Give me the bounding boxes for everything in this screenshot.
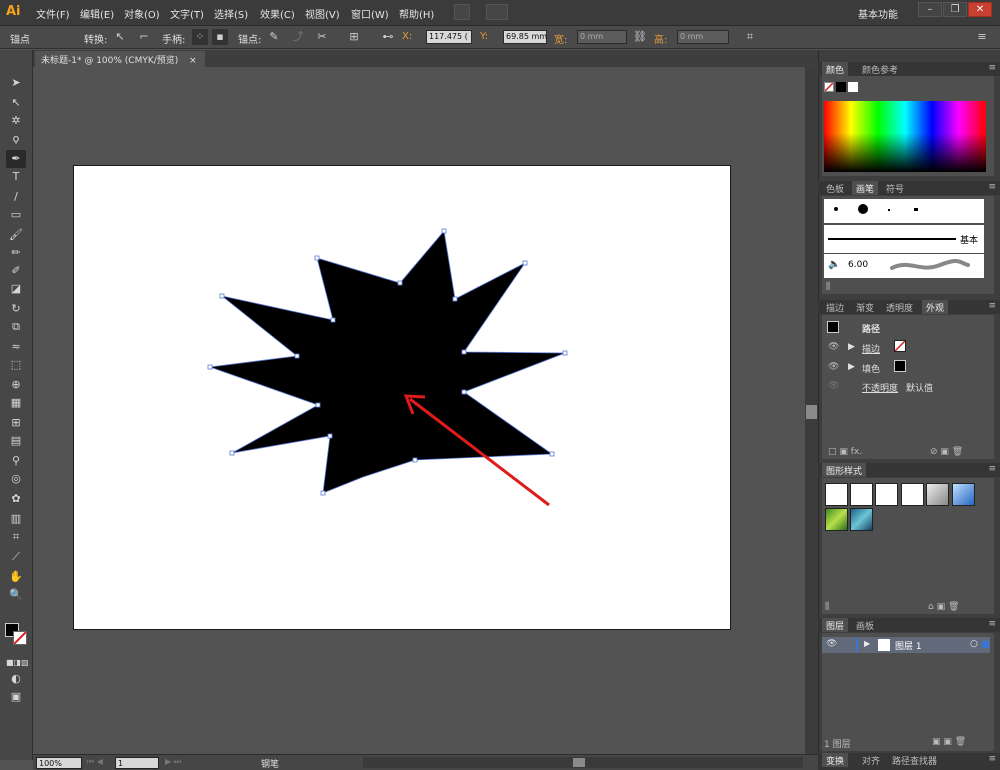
brushes-panel: 基本 🔈 6.00 ⫼ [822, 196, 994, 294]
tab-graphic-styles[interactable]: 图形样式 [822, 463, 867, 477]
brush-basic-row[interactable]: 基本 [824, 225, 984, 253]
layer-name[interactable]: 图层 1 [895, 639, 922, 652]
tab-pathfinder[interactable]: 路径查找器 [888, 753, 941, 767]
none-slash-icon [894, 340, 906, 352]
color-panel [822, 76, 994, 176]
brush-library-icon[interactable]: ⫼ [826, 282, 830, 292]
vertical-scroll-thumb[interactable] [806, 405, 817, 419]
style-default[interactable] [825, 483, 848, 506]
white-swatch[interactable] [848, 82, 858, 92]
graphic-styles-panel: ⫼ ⌂ ▣ 🗑 [822, 478, 994, 614]
zoom-field[interactable]: 100% [36, 757, 82, 769]
style-gray-gradient[interactable] [926, 483, 949, 506]
style-white[interactable] [875, 483, 898, 506]
visibility-eye-icon[interactable]: 👁 [828, 381, 839, 391]
style-green-texture[interactable] [825, 508, 848, 531]
appearance-title: 路径 [862, 325, 881, 335]
black-swatch[interactable] [836, 82, 846, 92]
opacity-attr-label[interactable]: 不透明度 [862, 381, 898, 394]
layers-footer-icons[interactable]: ▣ ▣ 🗑 [932, 737, 966, 747]
layer-expand-icon[interactable]: ▶ [864, 639, 870, 648]
appearance-panel: 路径 👁 ▶ 描边 👁 ▶ 填色 👁 不透明度 默认值 □ ▣ fx. ⊘ ▣ … [822, 315, 994, 459]
layer-visibility-icon[interactable]: 👁 [826, 639, 837, 649]
style-blue-gradient[interactable] [952, 483, 975, 506]
brush-dot-tiny[interactable] [888, 209, 890, 211]
vertical-scrollbar[interactable] [805, 67, 818, 754]
panel-menu-icon[interactable]: ≡ [988, 301, 996, 311]
style-outline[interactable] [901, 483, 924, 506]
color-panel-tabs: 颜色 颜色参考 ≡ [818, 62, 1000, 76]
appearance-panel-tabs: 描边 渐变 透明度 外观 ≡ [818, 300, 1000, 314]
status-bar: 100% ⏮ ◀ 1 ▶ ⏭ 钢笔 [33, 754, 818, 770]
brush-size-label: 6.00 [848, 260, 869, 270]
layer-color-bar [856, 638, 858, 652]
brush-stroke-preview [890, 259, 970, 270]
panel-menu-icon[interactable]: ≡ [988, 754, 996, 764]
opacity-value: 默认值 [906, 384, 934, 394]
tab-artboards[interactable]: 画板 [852, 618, 878, 632]
expand-arrow-icon[interactable]: ▶ [848, 342, 855, 352]
tab-transparency[interactable]: 透明度 [882, 300, 917, 314]
tab-appearance[interactable]: 外观 [922, 300, 949, 314]
color-spectrum[interactable] [824, 101, 986, 172]
tab-gradient[interactable]: 渐变 [852, 300, 878, 314]
current-tool-label: 钢笔 [261, 760, 280, 770]
tab-swatches[interactable]: 色板 [822, 181, 848, 195]
horizontal-scrollbar[interactable] [363, 757, 803, 768]
none-swatch[interactable] [824, 82, 834, 92]
style-library-icon[interactable]: ⫼ [825, 602, 829, 612]
tab-color-guide[interactable]: 颜色参考 [858, 62, 902, 76]
artboard-nav-prev-icon[interactable]: ⏮ ◀ [87, 757, 103, 767]
appearance-footer-right-icons[interactable]: ⊘ ▣ 🗑 [930, 447, 963, 457]
visibility-eye-icon[interactable]: 👁 [828, 342, 839, 352]
star-shape[interactable] [209, 230, 566, 494]
layers-panel-tabs: 图层 画板 ≡ [818, 618, 1000, 632]
layers-count-label: 1 图层 [824, 740, 851, 750]
layer-selection-indicator[interactable] [982, 641, 989, 648]
brush-calligraphic-row[interactable]: 🔈 6.00 [824, 254, 984, 278]
stroke-attr-label[interactable]: 描边 [862, 342, 880, 355]
style-no-stroke[interactable] [850, 483, 873, 506]
tab-brushes[interactable]: 画笔 [852, 181, 879, 195]
none-slash-icon [824, 82, 834, 92]
fill-attr-label[interactable]: 填色 [862, 362, 880, 375]
layers-panel: 👁 ▶ 图层 1 ○ 1 图层 ▣ ▣ 🗑 [822, 633, 994, 751]
tab-color[interactable]: 颜色 [822, 62, 849, 76]
panel-menu-icon[interactable]: ≡ [988, 63, 996, 73]
visibility-eye-icon[interactable]: 👁 [828, 362, 839, 372]
brush-basic-label: 基本 [960, 236, 979, 246]
fill-color-swatch[interactable] [894, 360, 906, 372]
layer-row[interactable]: 👁 ▶ 图层 1 ○ [822, 637, 990, 653]
brush-dot-oval[interactable] [914, 208, 918, 211]
tab-transform[interactable]: 变换 [822, 753, 849, 767]
brush-dot-small[interactable] [834, 207, 838, 211]
expand-arrow-icon[interactable]: ▶ [848, 362, 855, 372]
style-footer-icons[interactable]: ⌂ ▣ 🗑 [928, 602, 959, 612]
brushes-panel-tabs: 色板 画笔 符号 ≡ [818, 181, 1000, 195]
layer-target-icon[interactable]: ○ [970, 639, 978, 649]
tab-stroke[interactable]: 描边 [822, 300, 848, 314]
tab-layers[interactable]: 图层 [822, 618, 849, 632]
brush-dot-large[interactable] [858, 204, 868, 214]
tab-align[interactable]: 对齐 [858, 753, 884, 767]
artboard-field[interactable]: 1 [115, 757, 159, 769]
transform-panel-tabs: 变换 对齐 路径查找器 ≡ [818, 753, 1000, 770]
speaker-icon: 🔈 [828, 259, 841, 270]
graphic-styles-panel-tabs: 图形样式 ≡ [818, 463, 1000, 477]
brush-presets-row[interactable] [824, 199, 984, 223]
layer-thumbnail [878, 639, 890, 651]
style-blue-texture[interactable] [850, 508, 873, 531]
path-thumbnail [827, 321, 839, 333]
panel-menu-icon[interactable]: ≡ [988, 619, 996, 629]
appearance-footer-icons[interactable]: □ ▣ fx. [828, 447, 862, 457]
tab-symbols[interactable]: 符号 [882, 181, 908, 195]
panel-menu-icon[interactable]: ≡ [988, 464, 996, 474]
stroke-color-swatch[interactable] [894, 340, 906, 352]
horizontal-scroll-thumb[interactable] [573, 758, 585, 767]
artboard-nav-next-icon[interactable]: ▶ ⏭ [165, 757, 181, 767]
basic-stroke-line [828, 238, 956, 240]
panel-menu-icon[interactable]: ≡ [988, 182, 996, 192]
